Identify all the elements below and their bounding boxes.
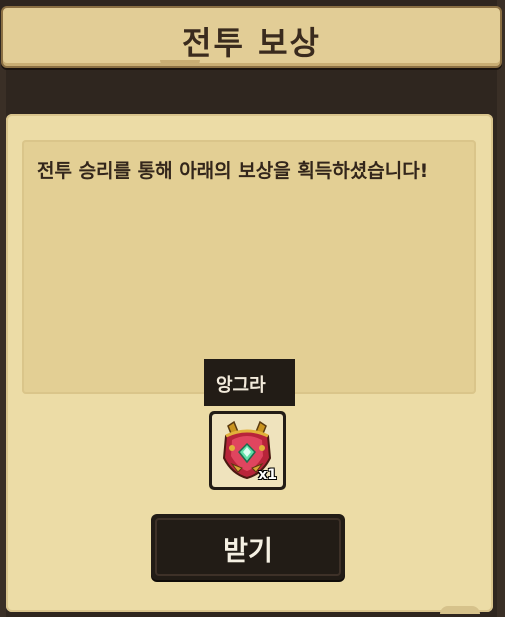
receive-button-label: 받기 bbox=[223, 536, 273, 567]
item-tooltip: 앙그라 bbox=[204, 359, 295, 406]
panel-notch bbox=[440, 606, 480, 614]
reward-message: 전투 승리를 통해 아래의 보상을 획득하셨습니다! bbox=[37, 160, 429, 182]
reward-item-frame: x1 bbox=[212, 414, 283, 487]
reward-item-slot[interactable]: x1 bbox=[209, 411, 286, 490]
dialog-title: 전투 보상 bbox=[182, 24, 321, 62]
title-bar-notch bbox=[160, 60, 200, 66]
message-box: 전투 승리를 통해 아래의 보상을 획득하셨습니다! bbox=[22, 140, 476, 394]
item-name: 앙그라 bbox=[216, 375, 266, 396]
receive-button[interactable]: 받기 bbox=[151, 514, 345, 580]
reward-panel: 전투 승리를 통해 아래의 보상을 획득하셨습니다! 앙그라 x1 받기 bbox=[6, 114, 493, 612]
title-bar: 전투 보상 bbox=[1, 6, 502, 68]
item-quantity: x1 bbox=[258, 467, 277, 483]
frame-edge-right bbox=[497, 0, 505, 617]
